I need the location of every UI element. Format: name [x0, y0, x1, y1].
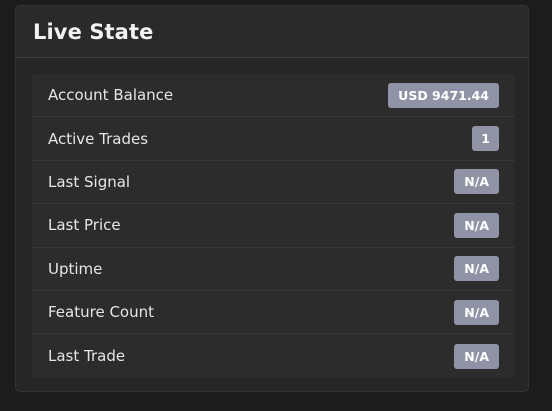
row-label: Active Trades	[48, 129, 149, 148]
row-last-signal: Last Signal N/A	[32, 161, 515, 205]
row-last-trade: Last Trade N/A	[32, 334, 515, 377]
last-signal-badge: N/A	[454, 169, 499, 195]
row-label: Feature Count	[48, 303, 154, 322]
row-label: Last Trade	[48, 347, 126, 366]
row-feature-count: Feature Count N/A	[32, 291, 515, 335]
last-price-badge: N/A	[454, 212, 499, 238]
row-active-trades: Active Trades 1	[32, 117, 515, 161]
row-label: Account Balance	[48, 86, 174, 105]
row-account-balance: Account Balance USD 9471.44	[32, 74, 515, 118]
active-trades-badge: 1	[472, 126, 499, 152]
card-header: Live State	[16, 6, 528, 58]
uptime-badge: N/A	[454, 256, 499, 282]
row-label: Last Price	[48, 216, 121, 235]
account-balance-badge: USD 9471.44	[388, 82, 499, 108]
state-list: Account Balance USD 9471.44 Active Trade…	[32, 74, 515, 378]
last-trade-badge: N/A	[454, 343, 499, 369]
row-last-price: Last Price N/A	[32, 204, 515, 248]
feature-count-badge: N/A	[454, 299, 499, 325]
row-label: Uptime	[48, 259, 103, 278]
row-uptime: Uptime N/A	[32, 248, 515, 291]
card-title: Live State	[33, 19, 154, 44]
live-state-card: Live State Account Balance USD 9471.44 A…	[15, 5, 529, 392]
row-label: Last Signal	[48, 172, 131, 191]
